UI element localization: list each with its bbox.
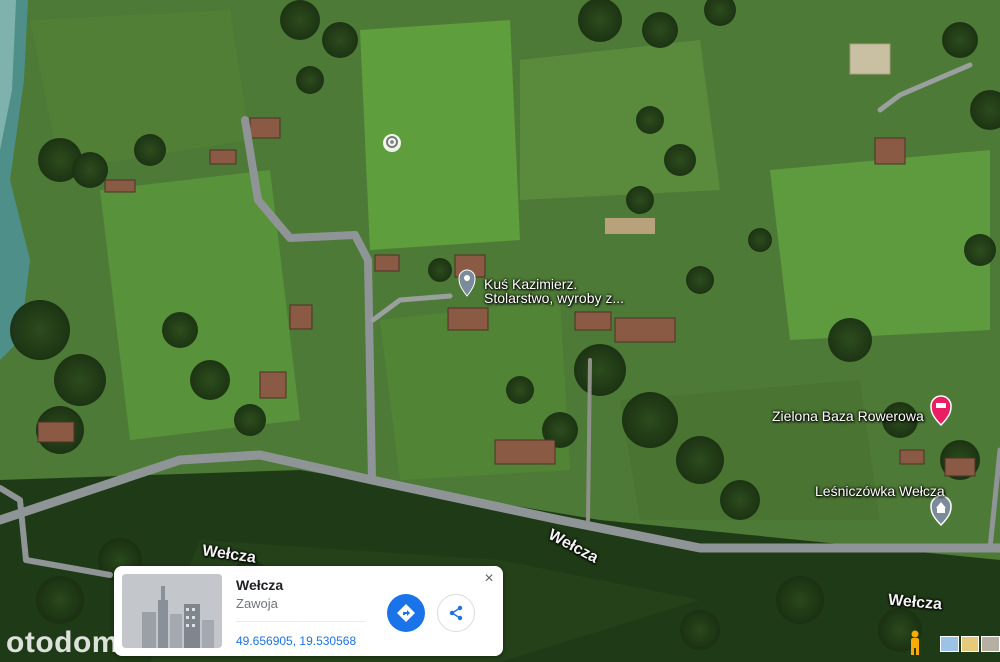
poi-label-business-line2[interactable]: Stolarstwo, wyroby z... [484, 290, 624, 306]
place-coordinates[interactable]: 49.656905, 19.530568 [236, 634, 356, 648]
place-title: Wełcza [236, 577, 284, 593]
place-subtitle: Zawoja [236, 596, 278, 611]
satellite-map[interactable] [0, 0, 1000, 662]
place-info-card: Wełcza Zawoja 49.656905, 19.530568 × [114, 566, 503, 656]
share-icon [449, 605, 463, 621]
map-layer-switcher[interactable] [940, 633, 1000, 653]
map-pin-icon [383, 134, 401, 152]
divider [236, 621, 366, 622]
poi-label-forester[interactable]: Leśniczówka Wełcza [815, 483, 945, 499]
share-button[interactable] [437, 594, 475, 632]
poi-label-bike-shop[interactable]: Zielona Baza Rowerowa [772, 408, 924, 424]
directions-icon [397, 604, 415, 622]
street-view-pegman-icon[interactable] [900, 628, 930, 658]
otodom-watermark-logo: otodom [6, 626, 119, 659]
map-layer-thumb[interactable] [940, 636, 959, 652]
map-layer-thumb[interactable] [960, 636, 980, 652]
map-layer-thumb[interactable] [981, 636, 1000, 652]
close-button[interactable]: × [480, 570, 498, 588]
place-thumbnail[interactable] [122, 574, 222, 648]
directions-button[interactable] [387, 594, 425, 632]
